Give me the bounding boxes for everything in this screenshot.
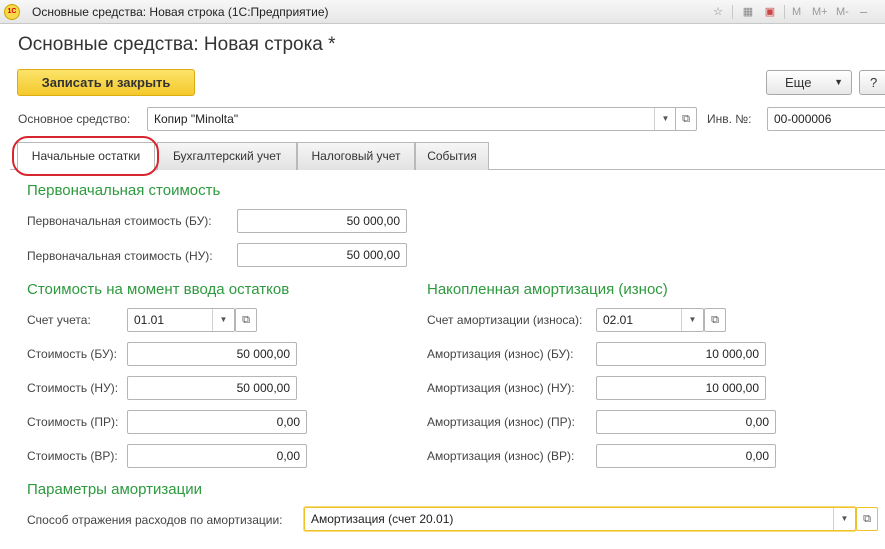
- cost-vr-field[interactable]: 0,00: [127, 444, 307, 468]
- window-titlebar: 1С Основные средства: Новая строка (1С:П…: [0, 0, 885, 24]
- balance-cost-heading: Стоимость на момент ввода остатков: [27, 281, 290, 298]
- cost-bu-field[interactable]: 50 000,00: [127, 342, 297, 366]
- depreciation-account-value: 02.01: [603, 313, 634, 327]
- depreciation-nu-field[interactable]: 10 000,00: [596, 376, 766, 400]
- calendar-icon[interactable]: ▣: [762, 4, 778, 20]
- asset-value: Копир "Minolta": [154, 112, 239, 126]
- depreciation-bu-field[interactable]: 10 000,00: [596, 342, 766, 366]
- memory-m-button[interactable]: M: [792, 4, 801, 20]
- tab-initial-balances[interactable]: Начальные остатки: [17, 142, 155, 171]
- open-depreciation-account-icon[interactable]: ⧉: [704, 308, 726, 332]
- memory-plus-button[interactable]: M+: [812, 4, 828, 20]
- initial-cost-nu-field[interactable]: 50 000,00: [237, 243, 407, 267]
- depreciation-pr-field[interactable]: 0,00: [596, 410, 776, 434]
- depreciation-params-heading: Параметры амортизации: [27, 481, 202, 498]
- depreciation-pr-label: Амортизация (износ) (ПР):: [427, 415, 575, 429]
- expense-method-value: Амортизация (счет 20.01): [311, 512, 454, 526]
- inv-number-field[interactable]: 00-000006: [767, 107, 885, 131]
- expense-method-label: Способ отражения расходов по амортизации…: [27, 513, 283, 527]
- open-cost-account-icon[interactable]: ⧉: [235, 308, 257, 332]
- cost-account-value: 01.01: [134, 313, 165, 327]
- depreciation-vr-label: Амортизация (износ) (ВР):: [427, 449, 575, 463]
- tab-tax-accounting[interactable]: Налоговый учет: [297, 142, 415, 170]
- cost-pr-field[interactable]: 0,00: [127, 410, 307, 434]
- chevron-down-icon: ▼: [834, 77, 843, 87]
- open-asset-icon[interactable]: ⧉: [675, 107, 697, 131]
- asset-field[interactable]: Копир "Minolta" ▼: [147, 107, 677, 131]
- initial-cost-nu-label: Первоначальная стоимость (НУ):: [27, 249, 213, 263]
- more-button-label: Еще: [785, 75, 812, 90]
- initial-cost-heading: Первоначальная стоимость: [27, 182, 221, 199]
- toolbar-separator: [784, 5, 785, 19]
- memory-minus-button[interactable]: M-: [836, 4, 849, 20]
- depreciation-vr-field[interactable]: 0,00: [596, 444, 776, 468]
- expense-method-field[interactable]: Амортизация (счет 20.01) ▼: [304, 507, 856, 531]
- favorite-icon[interactable]: ☆: [710, 4, 726, 20]
- depreciation-bu-label: Амортизация (износ) (БУ):: [427, 347, 574, 361]
- window-title: Основные средства: Новая строка (1С:Пред…: [32, 5, 329, 19]
- cost-nu-field[interactable]: 50 000,00: [127, 376, 297, 400]
- asset-label: Основное средство:: [18, 112, 131, 126]
- chevron-down-icon[interactable]: ▼: [833, 508, 855, 530]
- initial-cost-bu-label: Первоначальная стоимость (БУ):: [27, 214, 212, 228]
- chevron-down-icon[interactable]: ▼: [654, 108, 676, 130]
- depreciation-account-field[interactable]: 02.01 ▼: [596, 308, 704, 332]
- open-expense-method-icon[interactable]: ⧉: [856, 507, 878, 531]
- chevron-down-icon[interactable]: ▼: [212, 309, 234, 331]
- initial-cost-bu-field[interactable]: 50 000,00: [237, 209, 407, 233]
- inv-number-label: Инв. №:: [707, 112, 752, 126]
- tab-accounting[interactable]: Бухгалтерский учет: [157, 142, 297, 170]
- 1c-logo-icon: 1С: [4, 4, 20, 20]
- tab-events[interactable]: События: [415, 142, 489, 170]
- calculator-icon[interactable]: ▦: [740, 4, 756, 20]
- cost-account-field[interactable]: 01.01 ▼: [127, 308, 235, 332]
- depreciation-heading: Накопленная амортизация (износ): [427, 281, 668, 298]
- cost-account-label: Счет учета:: [27, 313, 91, 327]
- cost-vr-label: Стоимость (ВР):: [27, 449, 118, 463]
- toolbar-separator: [732, 5, 733, 19]
- cost-pr-label: Стоимость (ПР):: [27, 415, 119, 429]
- form-title: Основные средства: Новая строка *: [18, 34, 336, 55]
- chevron-down-icon[interactable]: ▼: [681, 309, 703, 331]
- cost-nu-label: Стоимость (НУ):: [27, 381, 119, 395]
- help-button[interactable]: ?: [859, 70, 885, 95]
- save-and-close-button[interactable]: Записать и закрыть: [17, 69, 195, 96]
- more-button[interactable]: Еще ▼: [766, 70, 852, 95]
- depreciation-account-label: Счет амортизации (износа):: [427, 313, 583, 327]
- cost-bu-label: Стоимость (БУ):: [27, 347, 117, 361]
- depreciation-nu-label: Амортизация (износ) (НУ):: [427, 381, 575, 395]
- minimize-icon[interactable]: –: [860, 4, 867, 20]
